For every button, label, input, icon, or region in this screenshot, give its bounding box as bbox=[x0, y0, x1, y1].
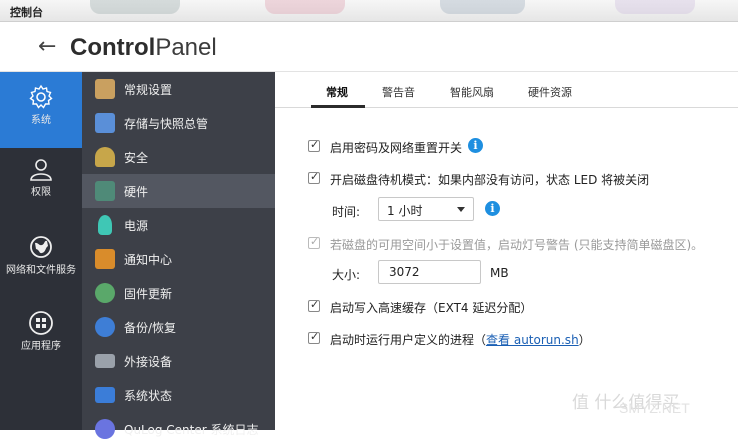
setting-label: 启用密码及网络重置开关 bbox=[330, 141, 463, 155]
tab-smart-fan[interactable]: 智能风扇 bbox=[450, 84, 494, 100]
dock-thumbnail bbox=[615, 0, 695, 14]
user-icon bbox=[30, 159, 52, 181]
arrow-left-icon[interactable]: ← bbox=[38, 34, 56, 59]
category-label: 权限 bbox=[31, 187, 51, 198]
autorun-checkbox[interactable] bbox=[308, 330, 320, 344]
write-cache-checkbox[interactable] bbox=[308, 298, 320, 312]
setting-label: 若磁盘的可用空间小于设置值，启动灯号警告 (只能支持简单磁盘区)。 bbox=[330, 238, 704, 252]
setting-label: 开启磁盘待机模式：如果内部没有访问，状态 LED 将被关闭 bbox=[330, 173, 650, 187]
size-input[interactable]: 3072 bbox=[378, 260, 481, 284]
menu-item-label: 系统状态 bbox=[124, 389, 173, 403]
select-value: 1 小时 bbox=[387, 204, 423, 218]
firmware-update-icon bbox=[95, 283, 115, 303]
menu-item-label: 存储与快照总管 bbox=[124, 117, 209, 131]
log-icon bbox=[95, 419, 115, 439]
menu-item-label: 安全 bbox=[124, 151, 149, 165]
dock-thumbnail bbox=[265, 0, 345, 14]
menu-item-firmware[interactable]: 固件更新 bbox=[82, 276, 275, 310]
external-device-icon bbox=[95, 354, 115, 368]
globe-icon bbox=[30, 236, 52, 258]
setting-label: 启动写入高速缓存（EXT4 延迟分配） bbox=[330, 301, 533, 315]
menu-item-label: 电源 bbox=[124, 219, 149, 233]
menu-item-general[interactable]: 常规设置 bbox=[82, 72, 275, 106]
menu-item-label: 硬件 bbox=[124, 185, 149, 199]
info-icon[interactable]: i bbox=[485, 201, 500, 216]
window-title: 控制台 bbox=[10, 6, 43, 19]
tab-general[interactable]: 常规 bbox=[326, 84, 348, 100]
category-privilege[interactable]: 权限 bbox=[0, 156, 82, 216]
watermark-domain: SMYZ.NET bbox=[619, 400, 690, 416]
autorun-label: 启动时运行用户定义的进程 bbox=[330, 333, 475, 347]
menu-item-label: 常规设置 bbox=[124, 83, 173, 97]
chevron-down-icon bbox=[457, 207, 465, 212]
size-unit: MB bbox=[490, 266, 509, 280]
menu-item-label: 通知中心 bbox=[124, 253, 173, 267]
category-applications[interactable]: 应用程序 bbox=[0, 310, 82, 370]
dock-thumbnail bbox=[90, 0, 180, 14]
menu-item-storage[interactable]: 存储与快照总管 bbox=[82, 106, 275, 140]
brand-light: Panel bbox=[155, 34, 217, 61]
page-header: ← ControlPanel bbox=[0, 22, 738, 72]
system-status-icon bbox=[95, 387, 115, 403]
category-label: 系统 bbox=[31, 115, 51, 126]
menu-item-external[interactable]: 外接设备 bbox=[82, 344, 275, 378]
settings-menu: 常规设置 存储与快照总管 安全 硬件 电源 通知中心 固件更新 备份/恢复 外接… bbox=[82, 72, 275, 439]
disk-standby-checkbox[interactable] bbox=[308, 170, 320, 184]
time-label: 时间: bbox=[332, 205, 361, 219]
backup-restore-icon bbox=[95, 317, 115, 337]
menu-item-notification[interactable]: 通知中心 bbox=[82, 242, 275, 276]
autorun-link[interactable]: 查看 autorun.sh bbox=[486, 333, 579, 347]
window-titlebar: 控制台 bbox=[0, 0, 738, 22]
menu-item-system-status[interactable]: 系统状态 bbox=[82, 378, 275, 412]
tab-bar: 常规 警告音 智能风扇 硬件资源 bbox=[275, 72, 738, 108]
category-system[interactable]: 系统 bbox=[0, 72, 82, 148]
general-settings-icon bbox=[95, 79, 115, 99]
apps-grid-icon bbox=[29, 311, 53, 335]
watermark: 值 什么值得买 SMYZ.NET bbox=[572, 388, 690, 416]
standby-time-select[interactable]: 1 小时 bbox=[378, 197, 474, 221]
hardware-icon bbox=[95, 181, 115, 201]
tab-hardware-resources[interactable]: 硬件资源 bbox=[528, 84, 572, 100]
notification-icon bbox=[95, 249, 115, 269]
gear-icon bbox=[29, 84, 53, 109]
power-bulb-icon bbox=[98, 215, 112, 235]
lock-icon bbox=[95, 147, 115, 167]
info-icon[interactable]: i bbox=[468, 138, 483, 153]
tab-alert-sound[interactable]: 警告音 bbox=[382, 84, 415, 100]
reset-switch-checkbox[interactable] bbox=[308, 138, 320, 152]
menu-item-label: 外接设备 bbox=[124, 355, 173, 369]
storage-icon bbox=[95, 113, 115, 133]
hardware-content: 常规 警告音 智能风扇 硬件资源 启用密码及网络重置开关 i 开启磁盘待机模式：… bbox=[275, 72, 738, 430]
page-title: ControlPanel bbox=[70, 34, 217, 62]
dock-thumbnail bbox=[440, 0, 525, 14]
brand-bold: Control bbox=[70, 34, 156, 61]
size-label: 大小: bbox=[332, 268, 361, 282]
category-sidebar: 系统 权限 网络和文件服务 应用程序 bbox=[0, 72, 82, 430]
menu-item-label: 备份/恢复 bbox=[124, 321, 177, 335]
menu-item-security[interactable]: 安全 bbox=[82, 140, 275, 174]
category-label: 应用程序 bbox=[21, 341, 61, 352]
menu-item-power[interactable]: 电源 bbox=[82, 208, 275, 242]
space-warning-checkbox[interactable] bbox=[308, 235, 320, 249]
category-label: 网络和文件服务 bbox=[6, 265, 76, 276]
setting-label: 启动时运行用户定义的进程（查看 autorun.sh） bbox=[330, 333, 591, 347]
menu-item-hardware[interactable]: 硬件 bbox=[82, 174, 275, 208]
active-tab-indicator bbox=[311, 105, 365, 108]
menu-item-backup[interactable]: 备份/恢复 bbox=[82, 310, 275, 344]
menu-item-qulog[interactable]: QuLog Center 系统日志 bbox=[82, 412, 275, 446]
category-network[interactable]: 网络和文件服务 bbox=[0, 234, 82, 294]
menu-item-label: 固件更新 bbox=[124, 287, 173, 301]
